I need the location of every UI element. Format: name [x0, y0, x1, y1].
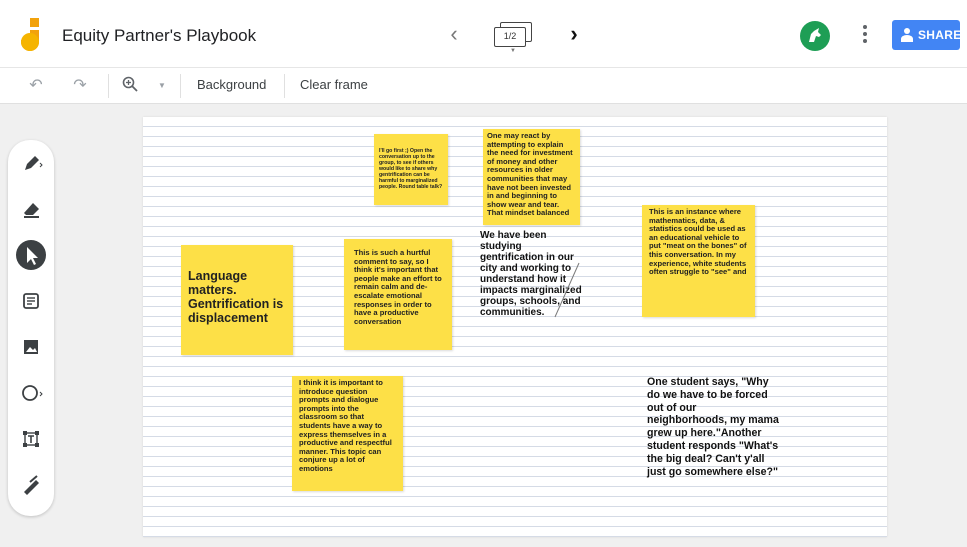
more-options-icon[interactable]: [858, 22, 872, 48]
sticky-note[interactable]: This is an instance where mathematics, d…: [642, 205, 755, 317]
toolbar-divider: [180, 74, 181, 98]
tool-rail: [8, 140, 54, 516]
previous-frame-button[interactable]: ‹: [444, 22, 464, 46]
jamboard-logo-icon: [21, 18, 39, 51]
sticky-note[interactable]: One may react by attempting to explain t…: [483, 129, 580, 225]
eraser-icon[interactable]: [16, 194, 46, 224]
document-title[interactable]: Equity Partner's Playbook: [62, 26, 256, 46]
circle-shape-icon[interactable]: [16, 378, 46, 408]
sticky-note[interactable]: I'll go first ;) Open the conversation u…: [374, 134, 448, 205]
redo-icon[interactable]: ↷: [70, 76, 90, 96]
unicorn-avatar-icon: [809, 28, 821, 42]
whiteboard-frame[interactable]: Language matters. Gentrification is disp…: [143, 117, 887, 537]
frame-counter: 1/2: [494, 27, 526, 47]
person-add-icon: [901, 28, 913, 42]
sticky-note[interactable]: This is such a hurtful comment to say, s…: [344, 239, 452, 350]
chevron-down-icon: ▼: [510, 48, 516, 54]
image-icon[interactable]: [16, 332, 46, 362]
toolbar-divider: [284, 74, 285, 98]
avatar[interactable]: [800, 21, 830, 51]
background-button[interactable]: Background: [197, 77, 266, 92]
text-box-icon[interactable]: [16, 424, 46, 454]
zoom-dropdown-chevron-icon[interactable]: ▼: [152, 76, 172, 96]
pen-stroke: [554, 262, 580, 318]
pen-icon[interactable]: [16, 148, 46, 178]
text-box[interactable]: One student says, "Why do we have to be …: [647, 376, 779, 478]
sticky-note[interactable]: I think it is important to introduce que…: [292, 376, 403, 491]
share-button[interactable]: SHARE: [892, 20, 962, 50]
clear-frame-button[interactable]: Clear frame: [300, 77, 368, 92]
next-frame-button[interactable]: ›: [564, 22, 584, 46]
frame-indicator-button[interactable]: 1/2 ▼: [492, 22, 534, 54]
laser-pointer-icon[interactable]: [16, 470, 46, 500]
sticky-note[interactable]: Language matters. Gentrification is disp…: [181, 245, 293, 355]
zoom-icon[interactable]: [120, 76, 140, 96]
top-bar: Equity Partner's Playbook ‹ 1/2 ▼ › SHAR…: [0, 0, 967, 68]
undo-icon[interactable]: ↶: [26, 76, 46, 96]
select-arrow-icon[interactable]: [16, 240, 46, 270]
toolbar-divider: [108, 74, 109, 98]
edit-toolbar: ↶ ↷ ▼ Background Clear frame: [0, 68, 967, 104]
share-label: SHARE: [918, 28, 962, 42]
sticky-note-icon[interactable]: [16, 286, 46, 316]
